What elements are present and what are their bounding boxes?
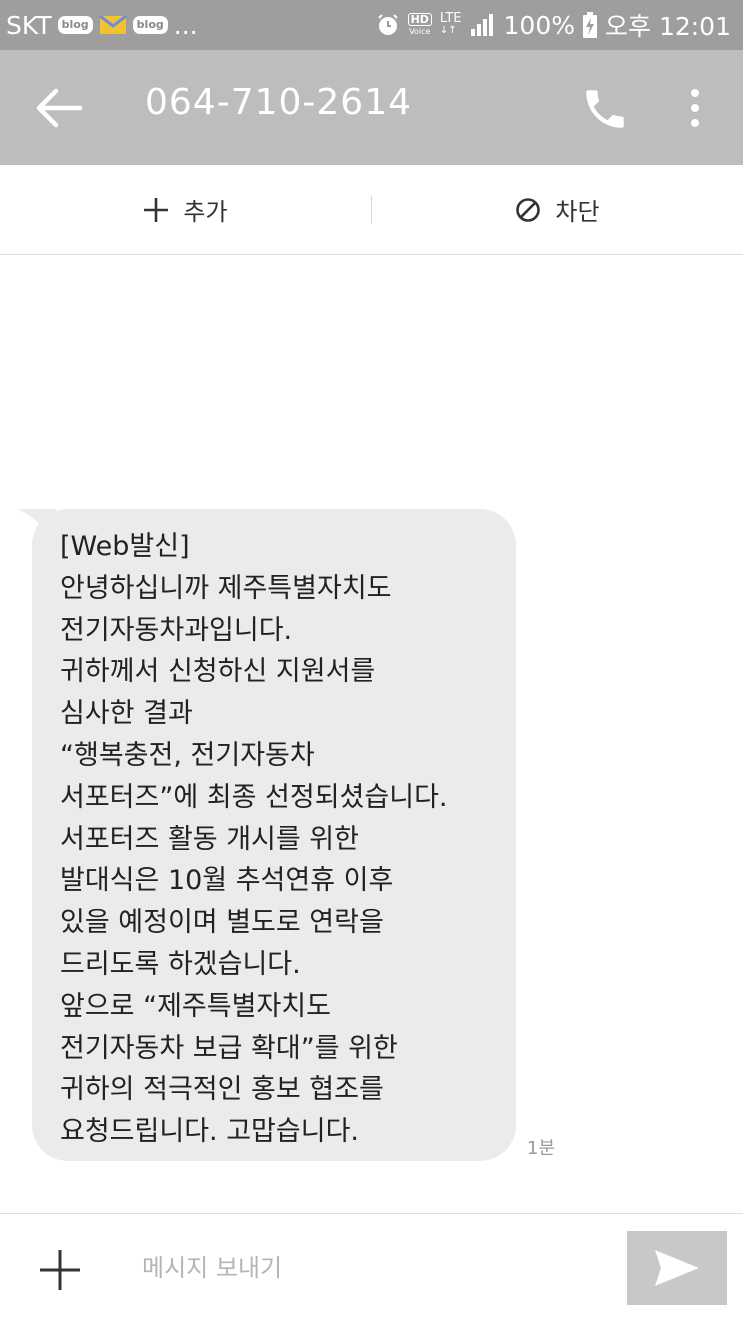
hd-voice-icon: HD Voice (407, 13, 432, 37)
mail-icon (98, 15, 127, 34)
blog-icon: blog (57, 16, 93, 34)
contact-actions: 추가 차단 (0, 165, 743, 255)
app-bar: 064-710-2614 (0, 50, 743, 165)
send-icon (655, 1250, 699, 1286)
send-button[interactable] (627, 1231, 727, 1305)
hd-label: HD (407, 13, 432, 26)
message-text: [Web발신] 안녕하십니까 제주특별자치도 전기자동차과입니다. 귀하께서 신… (60, 531, 448, 1148)
clock: 오후 12:01 (605, 12, 731, 41)
phone-icon[interactable] (580, 84, 630, 134)
plus-icon (144, 197, 169, 222)
blog-icon: blog (132, 16, 168, 34)
more-vert-icon[interactable] (680, 84, 710, 134)
carrier-label: SKT (6, 10, 52, 40)
lte-icon: LTE ↓↑ (439, 11, 462, 36)
voice-label: Voice (409, 27, 431, 36)
message-input[interactable] (140, 1244, 604, 1292)
block-button[interactable]: 차단 (372, 192, 743, 227)
signal-icon (470, 14, 493, 36)
status-right: HD Voice LTE ↓↑ 100% 오후 12:01 (376, 7, 743, 43)
back-arrow-icon[interactable] (34, 86, 84, 130)
contact-title: 064-710-2614 (145, 82, 413, 123)
plus-icon[interactable] (38, 1248, 82, 1292)
more-notifications-label: ... (173, 10, 198, 40)
add-contact-button[interactable]: 추가 (0, 192, 371, 227)
add-label: 추가 (183, 198, 228, 226)
battery-percent: 100% (503, 10, 575, 40)
status-bar: SKT blog blog ... HD Voice LTE ↓↑ 100% 오… (0, 0, 743, 50)
composer (0, 1213, 743, 1322)
battery-charging-icon (583, 12, 597, 38)
message-time: 1분 (527, 1138, 556, 1159)
block-label: 차단 (555, 198, 600, 226)
status-left: SKT blog blog ... (0, 11, 198, 40)
block-icon (516, 197, 541, 222)
alarm-icon (377, 14, 398, 35)
lte-label: LTE (439, 11, 462, 26)
